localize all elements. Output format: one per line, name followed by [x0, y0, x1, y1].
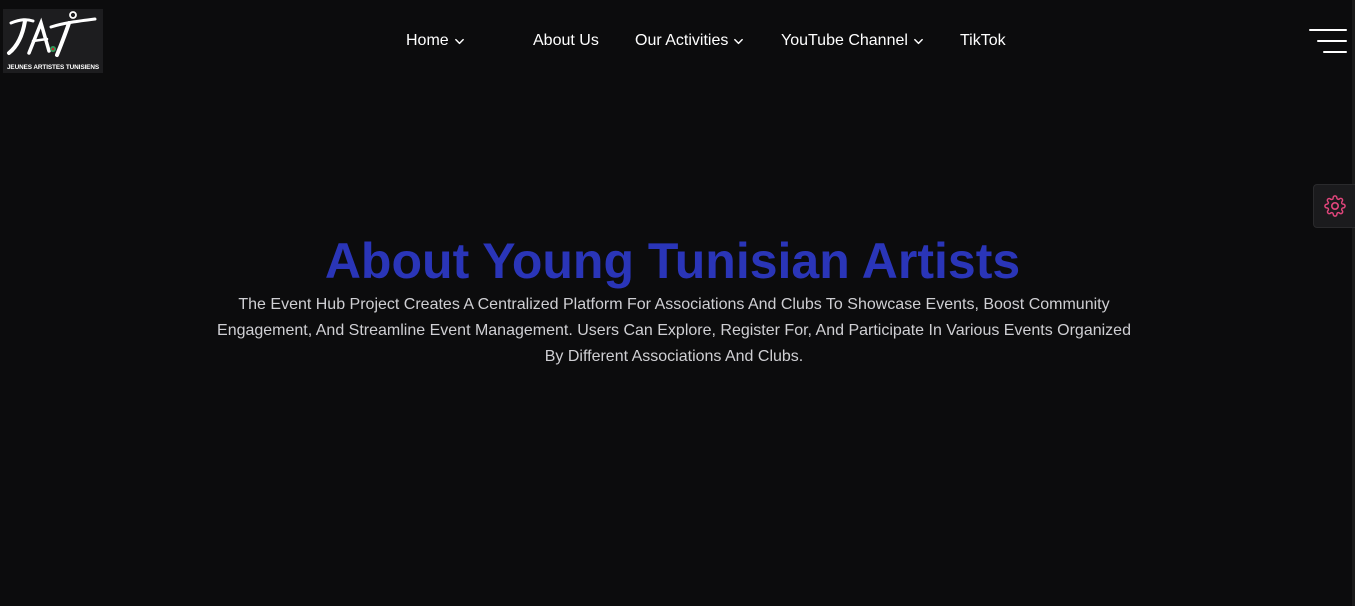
nav-item-youtube-channel[interactable]: YouTube Channel	[781, 30, 924, 52]
chevron-down-icon	[914, 38, 923, 44]
menu-line	[1323, 51, 1347, 53]
nav-item-our-activities[interactable]: Our Activities	[635, 30, 744, 52]
nav-item-label: YouTube Channel	[781, 32, 908, 49]
nav-item-label: TikTok	[960, 32, 1006, 49]
hero-description: The Event Hub Project Creates A Centrali…	[217, 296, 1131, 365]
nav-item-about-us[interactable]: About Us	[533, 30, 599, 52]
hamburger-menu-icon[interactable]	[1307, 26, 1347, 56]
nav-item-label: About Us	[533, 32, 599, 49]
menu-line	[1309, 29, 1347, 31]
page-title: About Young Tunisian Artists	[324, 233, 1021, 289]
chevron-down-icon	[734, 38, 744, 44]
menu-line	[1317, 40, 1347, 42]
nav-item-home[interactable]: Home	[406, 30, 465, 52]
site-logo[interactable]: JEUNES ARTISTES TUNISIENS	[3, 9, 103, 73]
nav-item-label: Our Activities	[635, 32, 729, 49]
chevron-down-icon	[454, 38, 464, 44]
page: JEUNES ARTISTES TUNISIENS Home About Us …	[0, 0, 1355, 606]
logo-caption: JEUNES ARTISTES TUNISIENS	[6, 64, 100, 71]
gear-icon	[1324, 195, 1346, 217]
nav-item-label: Home	[406, 32, 449, 49]
settings-button[interactable]	[1313, 184, 1355, 228]
nav-item-tiktok[interactable]: TikTok	[960, 30, 1006, 52]
